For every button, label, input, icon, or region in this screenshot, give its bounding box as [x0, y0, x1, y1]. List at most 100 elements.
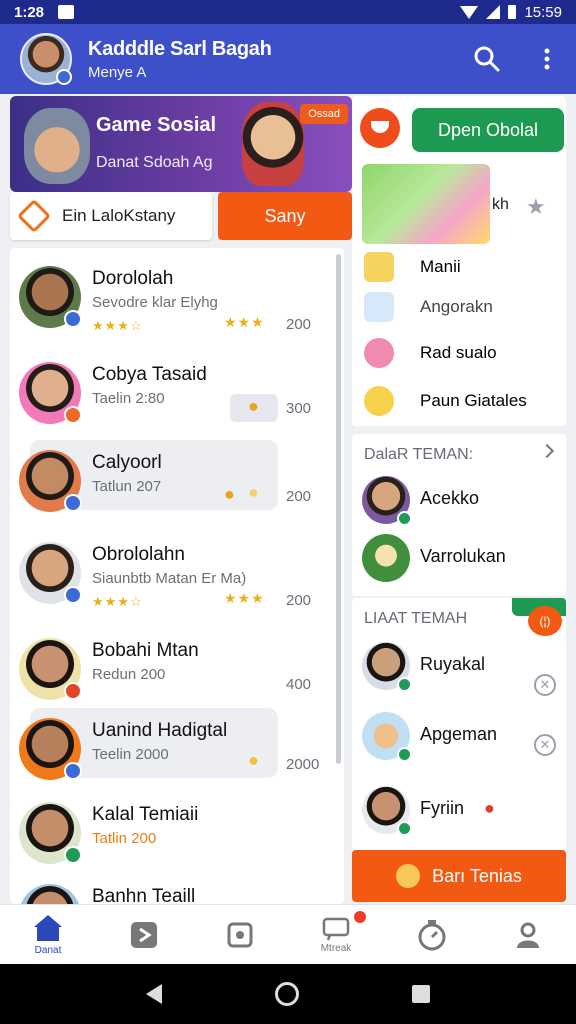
chat-score: 200	[286, 316, 312, 333]
chevron-right-icon[interactable]	[539, 443, 555, 459]
nav-play[interactable]	[96, 905, 192, 964]
friend-item[interactable]: Apgeman ✕	[362, 708, 562, 764]
notification-dot	[354, 911, 366, 923]
home-circle-icon[interactable]	[274, 982, 299, 1006]
menu-item[interactable]: Rad sualo	[364, 338, 497, 368]
avatar	[19, 266, 82, 328]
chat-name: Obrololahn	[92, 544, 185, 565]
menu-item[interactable]: Paun Giatales	[364, 386, 527, 416]
friend-item[interactable]: Ruyakal ✕	[362, 638, 562, 696]
app-subtitle: Menye A	[88, 63, 147, 81]
hero-tag: Ossad	[300, 104, 348, 124]
hero-banner[interactable]: Game Sosial Danat Sdoah Ag Ossad	[10, 96, 352, 192]
verified-badge-icon	[64, 494, 82, 512]
chat-bubble-icon[interactable]: (¦)	[528, 606, 562, 636]
chat-score: 400	[286, 676, 312, 693]
status-badge-icon	[64, 682, 82, 700]
nav-feed[interactable]: Mtreak	[288, 905, 384, 964]
more-vert-icon	[544, 48, 550, 70]
list-item[interactable]: Kalal Temiaii Tatlin 200	[10, 788, 336, 880]
hero-title: Game Sosial	[96, 114, 217, 136]
avatar	[362, 642, 412, 692]
pin-icon	[364, 292, 394, 322]
avatar	[19, 362, 82, 424]
menu-item[interactable]: Manii	[364, 252, 461, 282]
friend-item[interactable]: Varrolukan	[362, 530, 562, 586]
nav-home[interactable]: Danat	[0, 905, 96, 964]
list-item[interactable]: Dorololah Sevodre klar Elyhg ★★★☆ ★★★ 20…	[10, 252, 336, 344]
chat-sub: Sevodre klar Elyhg	[92, 294, 218, 311]
chat-score: 300	[286, 400, 312, 417]
people-icon	[396, 864, 421, 888]
list-item[interactable]: Bobahi Mtan Redun 200 400	[10, 624, 336, 716]
menu-item-label: Paun Giatales	[420, 391, 527, 410]
status-badge-icon	[64, 406, 82, 424]
notification-icon	[58, 5, 75, 19]
status-bar: 1:28 15:59	[0, 0, 576, 24]
avatar	[362, 534, 410, 582]
dismiss-button[interactable]: ✕	[534, 734, 556, 756]
chat-name: Uanind Hadigtal	[92, 720, 228, 741]
verified-badge-icon	[56, 69, 72, 85]
game-artwork[interactable]	[362, 164, 490, 244]
menu-item-label: Angorakn	[420, 297, 493, 316]
avatar	[19, 542, 82, 604]
search-button[interactable]	[472, 44, 502, 74]
verified-badge-icon	[64, 586, 82, 604]
chat-score: 200	[286, 592, 312, 609]
verified-badge-icon	[64, 310, 82, 328]
search-icon	[474, 46, 500, 72]
nav-feed-label: Mtreak	[320, 943, 352, 954]
primary-action-button[interactable]: Sany	[218, 192, 352, 240]
puzzle-icon	[227, 922, 253, 947]
dismiss-button[interactable]: ✕	[534, 674, 556, 696]
suggested-section-title: LIAAT TEMAH	[364, 610, 468, 627]
status-icons: 15:59	[460, 4, 562, 21]
add-friends-button[interactable]: Barı Tenias	[352, 850, 566, 902]
secondary-action-button[interactable]: Ein LaloKstany	[10, 192, 212, 240]
emoji-icon: ●	[248, 750, 259, 770]
action-row: Ein LaloKstany Sany	[10, 192, 352, 240]
menu-item[interactable]: Angorakn	[364, 292, 493, 322]
list-item[interactable]: Calyoorl Tatlun 207 ● ● 200	[10, 436, 336, 528]
chat-sub: Tatlun 207	[92, 478, 162, 495]
online-badge-icon	[397, 511, 412, 526]
mascot-image	[242, 102, 304, 186]
recents-icon[interactable]	[411, 985, 430, 1003]
rating-stars: ★★★☆	[92, 318, 143, 333]
rating-stars: ★★★☆	[92, 594, 143, 609]
friend-name: Apgeman	[420, 724, 498, 744]
emoji-icon: ●	[248, 482, 259, 502]
more-menu-button[interactable]	[532, 44, 562, 74]
nav-home-label: Danat	[34, 945, 62, 956]
list-item[interactable]: Banhn Teaill	[10, 870, 336, 904]
friend-item[interactable]: Fyriin ●	[362, 782, 562, 838]
app-title: Kadddle Sarl Bagah	[88, 37, 272, 60]
secondary-action-label: Ein LaloKstany	[62, 206, 176, 225]
scrollbar[interactable]	[336, 254, 341, 764]
bottom-navigation: Danat Mtreak	[0, 904, 576, 964]
online-badge-icon	[64, 846, 82, 864]
emoji-icon: ●	[248, 396, 259, 416]
star-icon[interactable]: ★	[526, 194, 546, 220]
chat-list[interactable]: Dorololah Sevodre klar Elyhg ★★★☆ ★★★ 20…	[10, 248, 344, 904]
artwork-label: kh	[492, 196, 509, 213]
game-logo-icon	[360, 108, 400, 148]
play-icon	[131, 921, 157, 948]
add-friends-label: Barı Tenias	[432, 865, 522, 886]
nav-games[interactable]	[192, 905, 288, 964]
back-icon[interactable]	[146, 984, 163, 1004]
appbar-actions	[472, 44, 562, 74]
list-item[interactable]: Obrololahn Siaunbtb Matan Er Ma) ★★★☆ ★★…	[10, 528, 336, 620]
friend-item[interactable]: Acekko	[362, 472, 562, 528]
avatar	[362, 476, 412, 526]
list-item[interactable]: Cobya Tasaid Taelin 2:80 ● 300	[10, 348, 336, 440]
nav-profile[interactable]	[480, 905, 576, 964]
open-game-button[interactable]: Dpen Obolal	[412, 108, 564, 152]
profile-avatar[interactable]	[20, 33, 72, 85]
avatar	[19, 802, 82, 864]
avatar	[362, 712, 412, 762]
nav-timer[interactable]	[384, 905, 480, 964]
online-badge-icon	[397, 677, 412, 692]
list-item[interactable]: Uanind Hadigtal Teelin 2000 ● 2000	[10, 704, 336, 796]
